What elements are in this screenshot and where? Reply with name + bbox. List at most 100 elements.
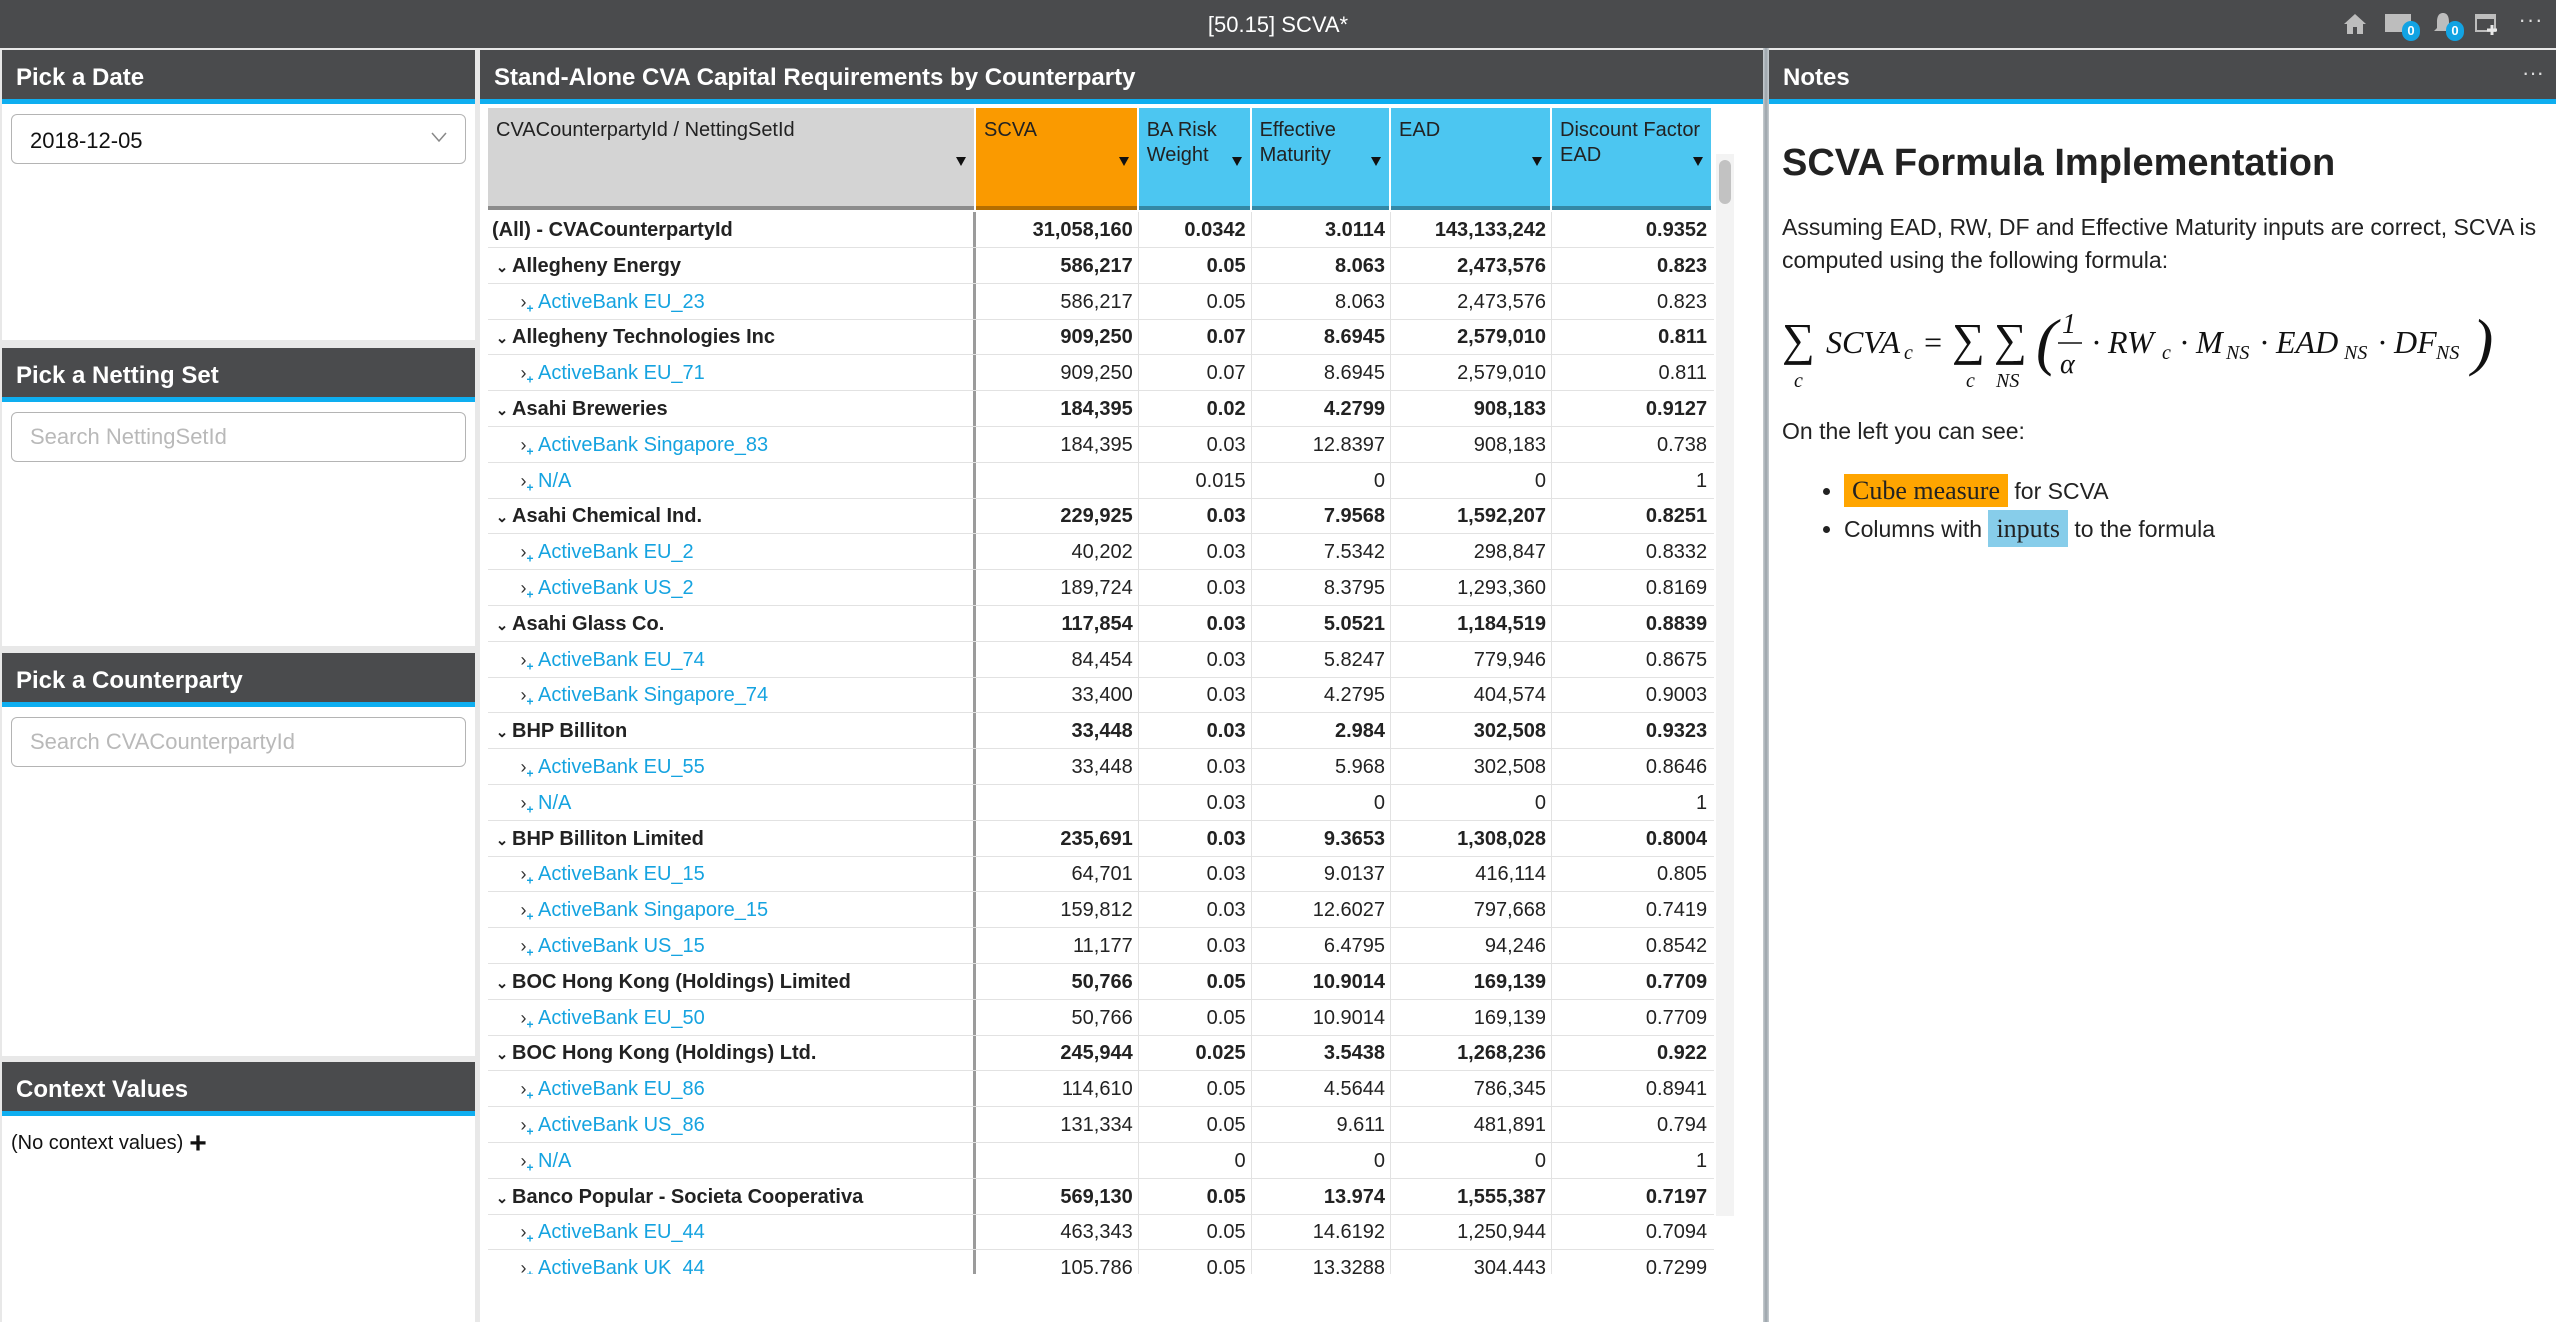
row-label-cell[interactable]: ›+ ActiveBank Singapore_74 [488, 677, 972, 713]
column-header-dimension[interactable]: CVACounterpartyId / NettingSetId [488, 108, 975, 210]
row-label[interactable]: ActiveBank EU_2 [538, 541, 694, 563]
sort-dropdown-icon[interactable] [1118, 157, 1129, 166]
row-label[interactable]: ActiveBank EU_86 [538, 1078, 705, 1100]
date-select[interactable]: 2018-12-05 [11, 114, 466, 164]
bell-icon[interactable]: 0 [2428, 9, 2464, 41]
comments-icon[interactable]: 0 [2384, 9, 2420, 41]
row-label[interactable]: N/A [538, 470, 571, 492]
sort-dropdown-icon[interactable] [1693, 157, 1704, 166]
netting-set-row[interactable]: ›+ ActiveBank Singapore_83 184,395 0.03 12.8… [488, 427, 1714, 463]
add-context-value-icon[interactable]: + [189, 1128, 207, 1158]
collapse-chevron-icon[interactable]: ⌄ [492, 823, 512, 859]
row-label[interactable]: ActiveBank EU_23 [538, 291, 705, 313]
row-label-cell[interactable]: ›+ ActiveBank US_15 [488, 928, 972, 964]
row-label-cell[interactable]: ›+ ActiveBank US_2 [488, 570, 972, 606]
home-icon[interactable] [2340, 9, 2370, 39]
row-label-cell[interactable]: ›+ ActiveBank EU_23 [488, 284, 972, 320]
row-label[interactable]: ActiveBank EU_74 [538, 649, 705, 671]
row-label-cell[interactable]: ›+ ActiveBank EU_71 [488, 355, 972, 391]
counterparty-row[interactable]: ⌄ Allegheny Technologies Inc 909,250 0.07 8.… [488, 319, 1714, 357]
sort-dropdown-icon[interactable] [956, 157, 967, 166]
counterparty-row[interactable]: ⌄ BOC Hong Kong (Holdings) Limited 50,766 0… [488, 964, 1714, 1000]
counterparty-row[interactable]: ⌄ Banco Popular - Societa Cooperativa 569,… [488, 1179, 1714, 1215]
netting-set-row[interactable]: ›+ ActiveBank EU_86 114,610 0.05 4.5644 786,3… [488, 1071, 1714, 1108]
row-label-cell[interactable]: ›+ ActiveBank EU_2 [488, 534, 972, 570]
row-label[interactable]: ActiveBank UK_44 [538, 1257, 705, 1274]
row-label-cell[interactable]: ›+ N/A [488, 1143, 972, 1179]
row-label-cell[interactable]: ›+ ActiveBank EU_15 [488, 856, 972, 892]
netting-set-row[interactable]: ›+ N/A 0.03 0 0 1 [488, 785, 1714, 821]
row-label[interactable]: ActiveBank EU_71 [538, 362, 705, 384]
row-label-cell[interactable]: ⌄ BHP Billiton Limited [488, 821, 972, 857]
collapse-chevron-icon[interactable]: ⌄ [492, 1037, 512, 1073]
row-label-cell[interactable]: ›+ ActiveBank Singapore_15 [488, 892, 972, 928]
row-label-cell[interactable]: ⌄ BOC Hong Kong (Holdings) Ltd. [488, 1035, 972, 1071]
row-label[interactable]: ActiveBank EU_15 [538, 863, 705, 885]
row-label[interactable]: ActiveBank EU_50 [538, 1007, 705, 1029]
sort-dropdown-icon[interactable] [1231, 157, 1242, 166]
row-label[interactable]: ActiveBank EU_44 [538, 1221, 705, 1243]
row-label[interactable]: ActiveBank US_86 [538, 1114, 705, 1136]
row-label[interactable]: ActiveBank US_15 [538, 935, 705, 957]
sort-dropdown-icon[interactable] [1532, 157, 1543, 166]
netting-set-row[interactable]: ›+ ActiveBank EU_2 40,202 0.03 7.5342 298,847… [488, 534, 1714, 571]
row-label[interactable]: ActiveBank US_2 [538, 577, 694, 599]
vertical-scrollbar[interactable] [1716, 154, 1734, 1216]
netting-set-row[interactable]: ›+ ActiveBank EU_71 909,250 0.07 8.6945 2,579… [488, 355, 1714, 392]
netting-set-row[interactable]: ›+ ActiveBank EU_74 84,454 0.03 5.8247 779,94… [488, 642, 1714, 678]
collapse-chevron-icon[interactable]: ⌄ [492, 715, 512, 751]
netting-set-row[interactable]: ›+ N/A 0.015 0 0 1 [488, 463, 1714, 499]
row-label-cell[interactable]: ›+ActiveBank UK_44 [488, 1250, 972, 1274]
netting-set-row[interactable]: ›+ ActiveBank EU_44 463,343 0.05 14.6192 1,25… [488, 1214, 1714, 1251]
row-label-cell[interactable]: ⌄ BOC Hong Kong (Holdings) Limited [488, 964, 972, 1000]
row-label-cell[interactable]: ›+ ActiveBank US_86 [488, 1107, 972, 1143]
row-label-cell[interactable]: ›+ N/A [488, 785, 972, 821]
row-label-cell[interactable]: ›+ N/A [488, 463, 972, 499]
row-label[interactable]: ActiveBank Singapore_83 [538, 434, 768, 456]
netting-set-row[interactable]: ›+ActiveBank UK_44 105,786 0.05 13.3288 304,… [488, 1250, 1714, 1274]
row-label-cell[interactable]: ›+ ActiveBank EU_86 [488, 1071, 972, 1107]
netting-set-row[interactable]: ›+ ActiveBank US_15 11,177 0.03 6.4795 94,246… [488, 928, 1714, 964]
row-label-cell[interactable]: ⌄ BHP Billiton [488, 713, 972, 749]
netting-set-row[interactable]: ›+ ActiveBank EU_50 50,766 0.05 10.9014 169,1… [488, 1000, 1714, 1036]
row-label[interactable]: N/A [538, 792, 571, 814]
collapse-chevron-icon[interactable]: ⌄ [492, 250, 512, 286]
row-label-cell[interactable]: ⌄ Allegheny Energy [488, 248, 972, 284]
column-header-effective-maturity[interactable]: Effective Maturity [1251, 108, 1390, 210]
counterparty-row[interactable]: ⌄ Asahi Glass Co. 117,854 0.03 5.0521 1,184,5… [488, 606, 1714, 642]
row-label-cell[interactable]: ⌄ Asahi Breweries [488, 391, 972, 427]
row-label-cell[interactable]: ⌄ Asahi Glass Co. [488, 606, 972, 642]
collapse-chevron-icon[interactable]: ⌄ [492, 500, 512, 536]
netting-set-row[interactable]: ›+ ActiveBank EU_15 64,701 0.03 9.0137 416,11… [488, 856, 1714, 893]
counterparty-row[interactable]: ⌄ BOC Hong Kong (Holdings) Ltd. 245,944 0.0… [488, 1035, 1714, 1072]
sort-dropdown-icon[interactable] [1371, 157, 1382, 166]
counterparty-row[interactable]: ⌄ BHP Billiton 33,448 0.03 2.984 302,508 0.932… [488, 713, 1714, 750]
netting-set-row[interactable]: ›+ ActiveBank EU_55 33,448 0.03 5.968 302,508… [488, 749, 1714, 785]
row-label-cell[interactable]: ⌄ Banco Popular - Societa Cooperativa [488, 1179, 972, 1215]
row-label-cell[interactable]: ⌄ Asahi Chemical Ind. [488, 498, 972, 534]
netting-set-row[interactable]: ›+ ActiveBank US_86 131,334 0.05 9.611 481,89… [488, 1107, 1714, 1143]
netting-set-search-input[interactable] [11, 412, 466, 462]
collapse-chevron-icon[interactable]: ⌄ [492, 608, 512, 644]
row-label[interactable]: ActiveBank Singapore_74 [538, 684, 768, 706]
counterparty-row[interactable]: ⌄ Asahi Breweries 184,395 0.02 4.2799 908,183… [488, 391, 1714, 427]
counterparty-row[interactable]: ⌄ Asahi Chemical Ind. 229,925 0.03 7.9568 1,5… [488, 498, 1714, 535]
collapse-chevron-icon[interactable]: ⌄ [492, 321, 512, 357]
grand-total-row[interactable]: (All) - CVACounterpartyId 31,058,160 0.034… [488, 212, 1714, 248]
row-label-cell[interactable]: ›+ ActiveBank EU_74 [488, 642, 972, 678]
row-label-cell[interactable]: ›+ ActiveBank Singapore_83 [488, 427, 972, 463]
row-label-cell[interactable]: ›+ ActiveBank EU_50 [488, 1000, 972, 1036]
counterparty-search-input[interactable] [11, 717, 466, 767]
row-label-cell[interactable]: ›+ ActiveBank EU_55 [488, 749, 972, 785]
netting-set-row[interactable]: ›+ ActiveBank Singapore_74 33,400 0.03 4.279… [488, 677, 1714, 714]
add-window-icon[interactable] [2472, 9, 2502, 39]
counterparty-row[interactable]: ⌄ BHP Billiton Limited 235,691 0.03 9.3653 1,… [488, 821, 1714, 857]
netting-set-row[interactable]: ›+ ActiveBank EU_23 586,217 0.05 8.063 2,473,… [488, 284, 1714, 320]
collapse-chevron-icon[interactable]: ⌄ [492, 393, 512, 429]
notes-more-icon[interactable]: ··· [2522, 60, 2544, 86]
column-header-ead[interactable]: EAD [1391, 108, 1551, 210]
row-label[interactable]: N/A [538, 1150, 571, 1172]
column-header-scva[interactable]: SCVA [976, 108, 1137, 210]
more-icon[interactable]: ··· [2516, 5, 2546, 35]
column-header-ba-risk-weight[interactable]: BA Risk Weight [1138, 108, 1250, 210]
